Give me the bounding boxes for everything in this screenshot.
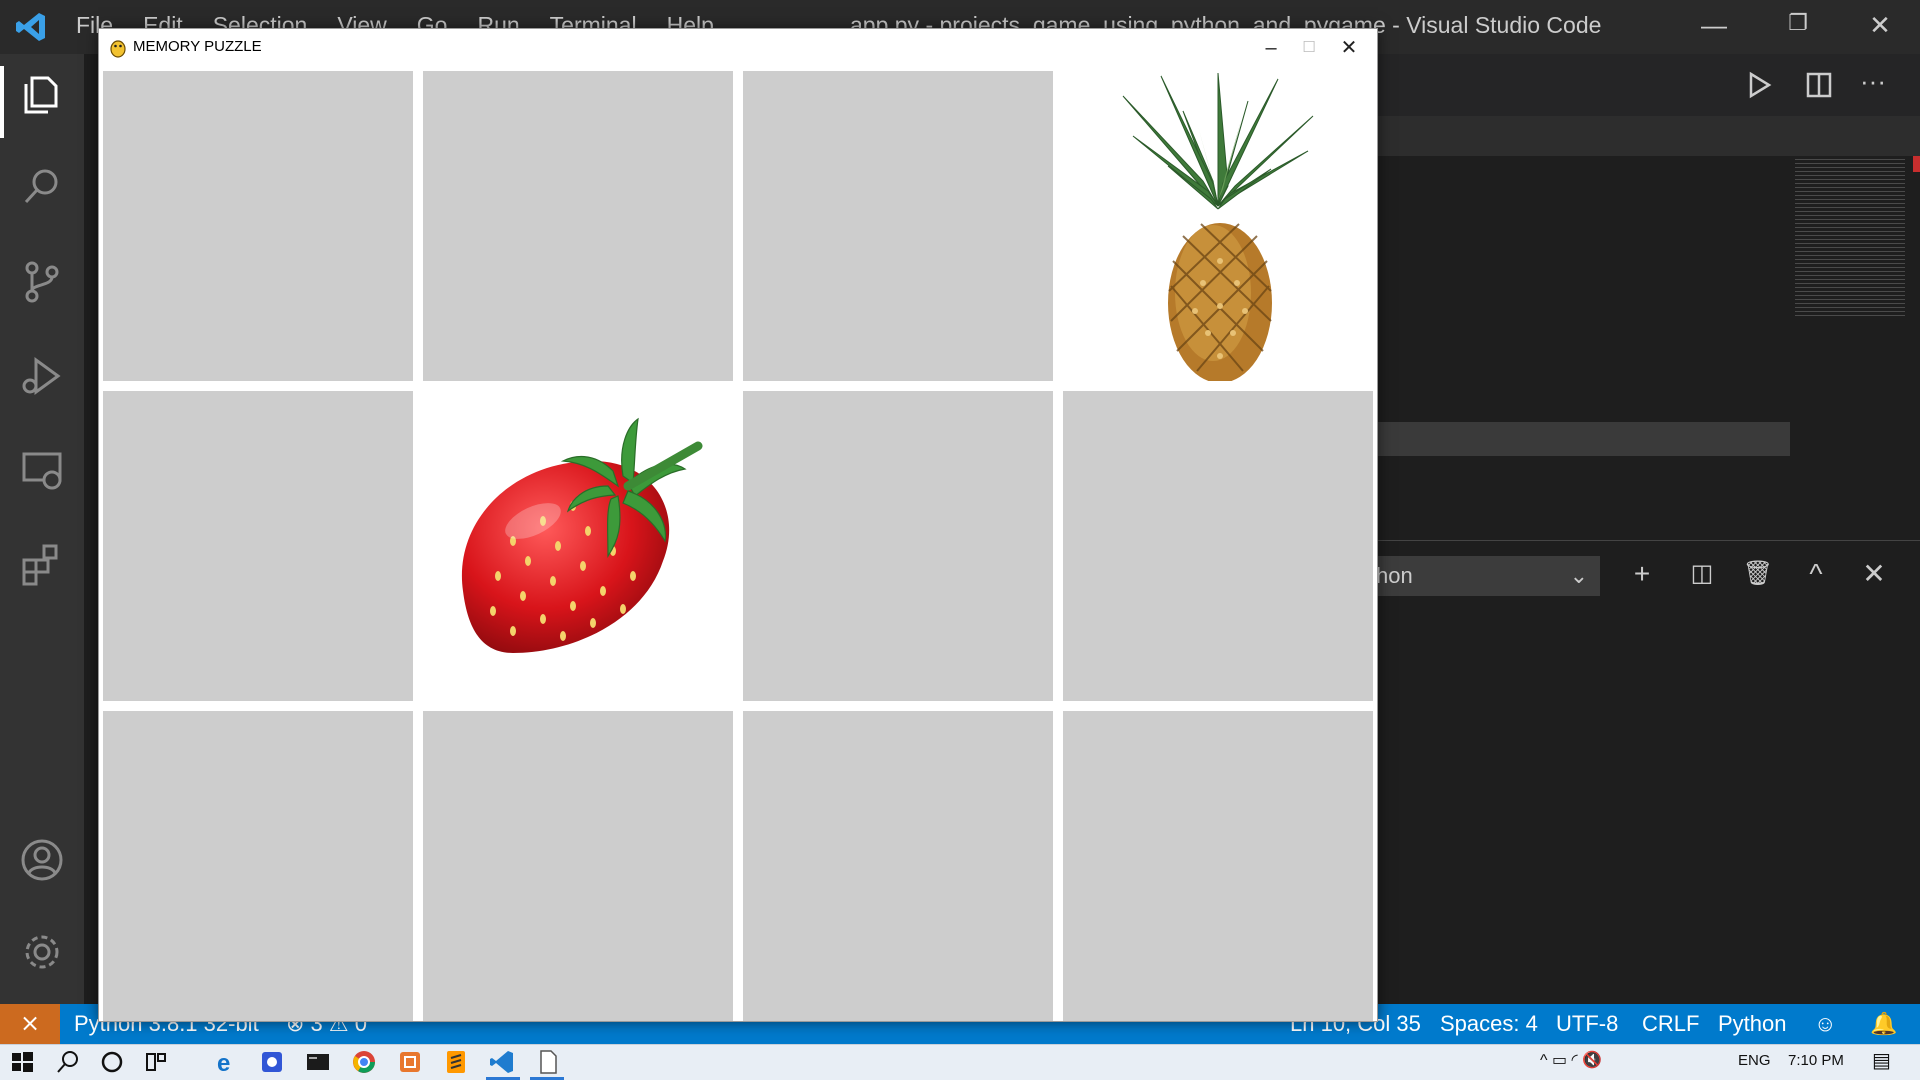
breadcrumb-strip (1370, 116, 1920, 156)
card-hidden[interactable] (103, 711, 413, 1021)
vscode-logo-icon (16, 13, 45, 41)
card-hidden[interactable] (103, 71, 413, 381)
sublime-icon[interactable] (442, 1048, 470, 1076)
card-hidden[interactable] (1063, 711, 1373, 1021)
minimap[interactable] (1795, 156, 1920, 536)
notifications-icon[interactable]: ▤ (1872, 1048, 1891, 1073)
card-hidden[interactable] (423, 711, 733, 1021)
trash-icon[interactable]: 🗑 (1740, 556, 1776, 592)
close-icon[interactable]: ✕ (1860, 10, 1900, 44)
card-pineapple[interactable] (1063, 71, 1373, 381)
bell-icon[interactable]: 🔔 (1870, 1011, 1897, 1037)
edge-icon[interactable]: e (212, 1048, 240, 1076)
close-panel-icon[interactable]: ✕ (1856, 556, 1892, 592)
editor-toolbar (1370, 54, 1920, 116)
terminal-icon[interactable] (304, 1048, 332, 1076)
source-control-icon[interactable] (18, 258, 66, 306)
memory-puzzle-window: MEMORY PUZZLE – ☐ ✕ (98, 28, 1378, 1022)
terminal-select[interactable]: hon ⌄ (1370, 556, 1600, 596)
strawberry-icon (461, 417, 703, 653)
game-maximize-icon: ☐ (1302, 39, 1316, 56)
indentation[interactable]: Spaces: 4 (1440, 1011, 1538, 1037)
current-line-highlight (1370, 422, 1790, 456)
cortana-icon[interactable] (98, 1048, 126, 1076)
file-icon[interactable] (534, 1048, 562, 1076)
settings-gear-icon[interactable] (18, 928, 66, 976)
active-indicator (0, 66, 4, 138)
terminal-select-value: hon (1376, 563, 1413, 588)
encoding[interactable]: UTF-8 (1556, 1011, 1618, 1037)
chevron-down-icon: ⌄ (1569, 563, 1588, 588)
end-of-line[interactable]: CRLF (1642, 1011, 1699, 1037)
account-icon[interactable] (18, 836, 66, 884)
card-hidden[interactable] (743, 711, 1053, 1021)
maximize-panel-icon[interactable]: ^ (1798, 556, 1834, 592)
chrome-icon[interactable] (350, 1048, 378, 1076)
game-titlebar: MEMORY PUZZLE – ☐ ✕ (99, 29, 1377, 67)
search-icon[interactable] (18, 162, 66, 210)
card-hidden[interactable] (743, 391, 1053, 701)
game-board (103, 71, 1375, 1021)
more-actions-icon[interactable]: ··· (1860, 66, 1886, 97)
run-debug-icon[interactable] (18, 352, 66, 400)
restore-icon[interactable]: ❐ (1778, 10, 1818, 44)
svg-text:e: e (217, 1050, 230, 1076)
split-editor-icon[interactable] (1804, 70, 1834, 100)
explorer-icon[interactable] (18, 70, 66, 118)
card-strawberry[interactable] (423, 391, 733, 701)
game-minimize-icon[interactable]: – (1251, 35, 1291, 61)
search-icon[interactable] (54, 1048, 82, 1076)
extensions-icon[interactable] (18, 540, 66, 588)
windows-start-icon[interactable] (8, 1048, 36, 1076)
pygame-snake-icon (110, 40, 126, 58)
windows-taskbar (0, 1044, 1920, 1080)
card-hidden[interactable] (103, 391, 413, 701)
remote-explorer-icon[interactable] (18, 446, 66, 494)
language-mode[interactable]: Python (1718, 1011, 1787, 1037)
run-file-icon[interactable] (1744, 70, 1774, 100)
card-hidden[interactable] (1063, 391, 1373, 701)
task-view-icon[interactable] (142, 1048, 170, 1076)
terminal-panel (1370, 540, 1920, 1004)
input-language[interactable]: ENG (1738, 1052, 1771, 1069)
minimize-icon[interactable]: — (1694, 10, 1734, 44)
game-window-title: MEMORY PUZZLE (133, 38, 262, 55)
feedback-icon[interactable]: ☺ (1814, 1011, 1836, 1037)
app-icon-2[interactable] (396, 1048, 424, 1076)
pineapple-icon (1122, 72, 1314, 381)
new-terminal-icon[interactable]: + (1624, 556, 1660, 592)
app-icon[interactable] (258, 1048, 286, 1076)
game-close-icon[interactable]: ✕ (1329, 35, 1369, 61)
remote-icon[interactable]: ⨯ (0, 1004, 60, 1044)
split-terminal-icon[interactable]: ◫ (1684, 556, 1720, 592)
card-hidden[interactable] (743, 71, 1053, 381)
vscode-taskbar-icon[interactable] (488, 1048, 516, 1076)
clock[interactable]: 7:10 PM (1788, 1052, 1844, 1069)
card-hidden[interactable] (423, 71, 733, 381)
tray-icons[interactable]: ^ ▭ ◜ 🔇 (1540, 1050, 1602, 1070)
